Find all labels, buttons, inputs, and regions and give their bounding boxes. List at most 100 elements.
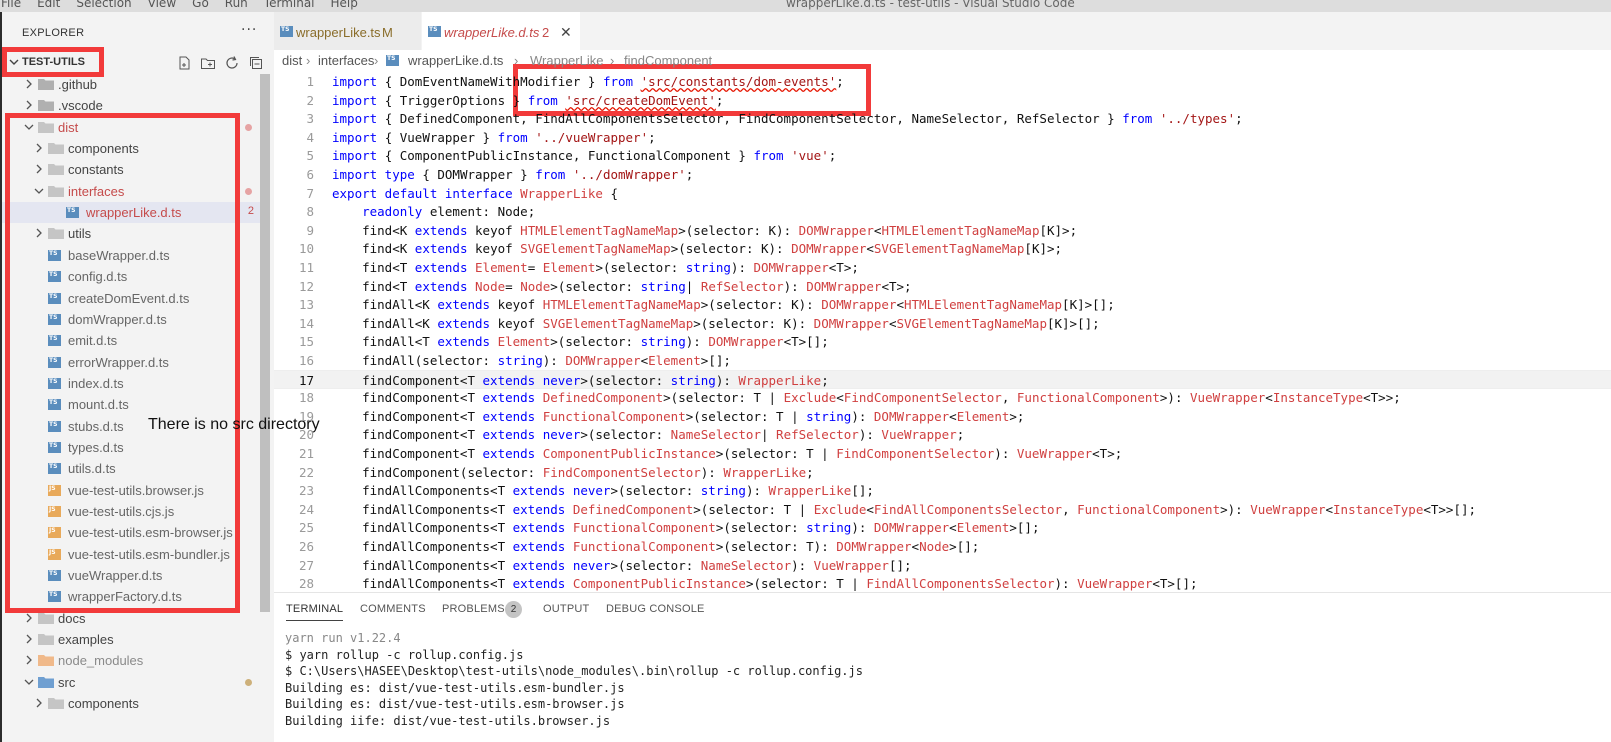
new-file-icon[interactable]	[176, 55, 192, 71]
src-folder-icon	[38, 675, 54, 689]
code-line[interactable]: 27 findAllComponents<T extends never>(se…	[274, 556, 1611, 575]
code-line[interactable]: 21 findComponent<T extends ComponentPubl…	[274, 444, 1611, 463]
menu-item-run[interactable]: Run	[219, 0, 258, 10]
code-editor[interactable]: 1 import { DomEventNameWithModifier } fro…	[274, 72, 1611, 592]
code-line[interactable]: 12 find<T extends Node= Node>(selector: …	[274, 277, 1611, 296]
sidebar-scrollbar[interactable]	[260, 74, 270, 612]
code-line[interactable]: 24 findAllComponents<T extends DefinedCo…	[274, 500, 1611, 519]
code-line[interactable]: 16 findAll(selector: string): DOMWrapper…	[274, 351, 1611, 370]
tree-item[interactable]: components	[2, 693, 260, 714]
code-token: FindComponentSelector	[836, 446, 995, 461]
menu-item-go[interactable]: Go	[186, 0, 219, 10]
new-folder-icon[interactable]	[200, 55, 216, 71]
code-token: FunctionalComponent	[1077, 502, 1221, 517]
breadcrumb-item[interactable]: interfaces	[318, 53, 374, 68]
collapse-all-icon[interactable]	[248, 55, 264, 71]
code-token: <	[836, 390, 844, 405]
code-token: ;	[715, 93, 724, 108]
code-token: <	[1325, 502, 1334, 517]
code-token: extends	[437, 297, 491, 312]
problems-badge: 2	[505, 601, 522, 618]
folder-icon	[38, 611, 54, 625]
code-line[interactable]: 18 findComponent<T extends DefinedCompon…	[274, 388, 1611, 407]
tab-terminal[interactable]: TERMINAL	[286, 603, 344, 621]
code-token: DOMWrapper	[753, 260, 829, 275]
line-number: 17	[298, 373, 314, 388]
menu-item-terminal[interactable]: Terminal	[258, 0, 325, 10]
menu-item-file[interactable]: File	[0, 0, 31, 10]
breadcrumb-item[interactable]: WrapperLike	[530, 53, 603, 68]
tree-item[interactable]: node_modules	[2, 650, 260, 671]
code-token: from	[753, 148, 784, 163]
code-line[interactable]: 3 import { DefinedComponent, FindAllCompo…	[274, 109, 1611, 128]
code-line[interactable]: 28 findAllComponents<T extends Component…	[274, 574, 1611, 592]
code-token: export default interface	[332, 186, 513, 201]
code-token: ;	[956, 427, 965, 442]
code-line[interactable]: 22 findComponent(selector: FindComponent…	[274, 463, 1611, 482]
tab-wrapperlike-ts[interactable]: TS wrapperLike.ts M	[274, 12, 421, 50]
status-dot	[245, 124, 252, 131]
code-line[interactable]: 9 find<K extends keyof HTMLElementTagNam…	[274, 221, 1611, 240]
line-number: 26	[298, 539, 314, 554]
code-line[interactable]: 8 readonly element: Node;	[274, 202, 1611, 221]
annotation-box-root	[2, 47, 104, 77]
code-line[interactable]: 26 findAllComponents<T extends Functiona…	[274, 537, 1611, 556]
breadcrumb-item[interactable]: dist	[282, 53, 302, 68]
tab-problems[interactable]: PROBLEMS	[442, 603, 505, 615]
breadcrumb-item[interactable]: findComponent	[624, 53, 712, 68]
code-token: FunctionalComponent	[572, 520, 716, 535]
code-token: Element	[497, 334, 551, 349]
code-line[interactable]: 1 import { DomEventNameWithModifier } fro…	[274, 72, 1611, 91]
code-text: findComponent(selector: FindComponentSel…	[332, 465, 814, 480]
code-token: import	[332, 74, 378, 89]
tab-output[interactable]: OUTPUT	[543, 603, 589, 615]
code-token: [];	[851, 483, 874, 498]
code-line[interactable]: 10 find<K extends keyof SVGElementTagNam…	[274, 239, 1611, 258]
code-token: keyof	[475, 241, 521, 256]
code-text: findComponent<T extends ComponentPublicI…	[332, 446, 1122, 461]
code-token: { DOMWrapper }	[422, 167, 536, 182]
code-line[interactable]: 5 import { ComponentPublicInstance, Funct…	[274, 146, 1611, 165]
code-line[interactable]: 19 findComponent<T extends FunctionalCom…	[274, 407, 1611, 426]
menu-item-help[interactable]: Help	[325, 0, 368, 10]
code-line[interactable]: 6 import type { DOMWrapper } from '../dom…	[274, 165, 1611, 184]
breadcrumb-item[interactable]: wrapperLike.d.ts	[408, 53, 503, 68]
code-line[interactable]: 15 findAll<T extends Element>(selector: …	[274, 332, 1611, 351]
code-token: |	[685, 279, 701, 294]
refresh-icon[interactable]	[224, 55, 240, 71]
code-token: extends never	[512, 483, 611, 498]
code-token: findComponent(selector:	[332, 465, 543, 480]
code-token: >(selector: K):	[678, 223, 799, 238]
code-line[interactable]: 23 findAllComponents<T extends never>(se…	[274, 481, 1611, 500]
code-line[interactable]: 17 findComponent<T extends never>(select…	[274, 370, 1611, 389]
status-dot	[245, 679, 252, 686]
tab-comments[interactable]: COMMENTS	[360, 603, 426, 615]
code-line[interactable]: 20 findComponent<T extends never>(select…	[274, 425, 1611, 444]
code-line[interactable]: 7 export default interface WrapperLike {	[274, 184, 1611, 203]
code-line[interactable]: 2 import { TriggerOptions } from 'src/cre…	[274, 91, 1611, 110]
tree-item[interactable]: src	[2, 672, 260, 693]
tab-wrapperlike-d-ts[interactable]: TS wrapperLike.d.ts 2 ✕	[422, 12, 580, 50]
problem-count: 2	[247, 205, 254, 217]
tree-item[interactable]: examples	[2, 629, 260, 650]
code-token: >(selector:	[595, 260, 686, 275]
close-icon[interactable]: ✕	[560, 24, 572, 41]
terminal-output[interactable]: yarn run v1.22.4 $ yarn rollup -c rollup.…	[285, 631, 863, 730]
code-line[interactable]: 4 import { VueWrapper } from '../vueWrapp…	[274, 128, 1611, 147]
tab-debug-console[interactable]: DEBUG CONSOLE	[606, 603, 705, 615]
code-text: findAllComponents<T extends ComponentPub…	[332, 576, 1197, 591]
code-line[interactable]: 13 findAll<K extends keyof HTMLElementTa…	[274, 295, 1611, 314]
code-token: findAllComponents<T	[332, 520, 513, 535]
more-actions-icon[interactable]: ···	[241, 22, 257, 38]
code-line[interactable]: 14 findAll<K extends keyof SVGElementTag…	[274, 314, 1611, 333]
code-token: >(selector:	[550, 334, 641, 349]
code-line[interactable]: 11 find<T extends Element= Element>(sele…	[274, 258, 1611, 277]
menu-item-edit[interactable]: Edit	[31, 0, 70, 10]
code-token: import	[332, 93, 378, 108]
menu-item-view[interactable]: View	[142, 0, 186, 10]
typescript-file-icon: TS	[428, 26, 441, 37]
code-token: ):	[715, 373, 739, 388]
menu-item-selection[interactable]: Selection	[70, 0, 141, 10]
code-line[interactable]: 25 findAllComponents<T extends Functiona…	[274, 518, 1611, 537]
tree-item[interactable]: .github	[2, 74, 260, 95]
